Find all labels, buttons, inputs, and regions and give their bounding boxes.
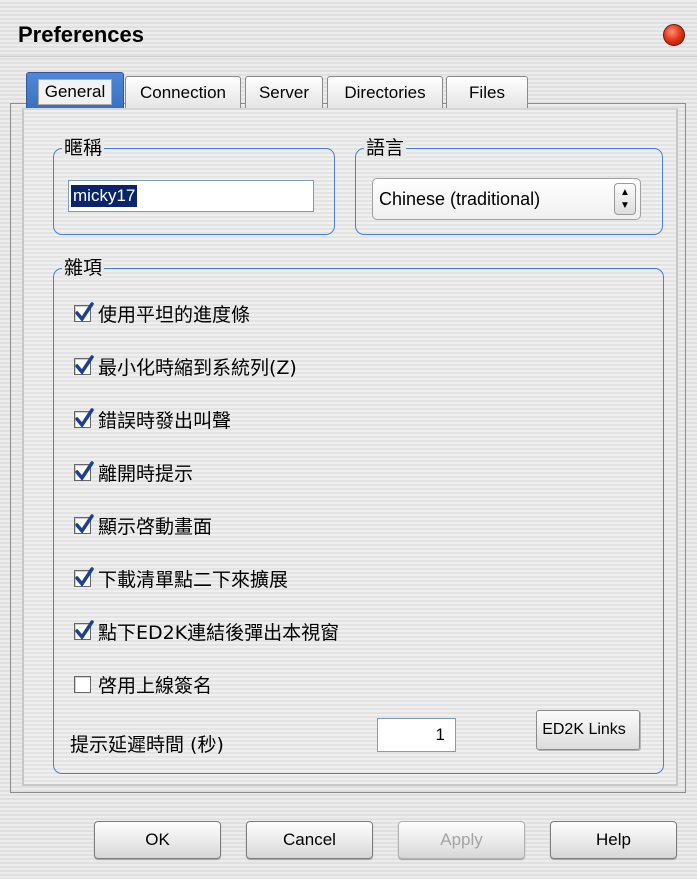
help-button[interactable]: Help — [550, 821, 677, 859]
checkbox[interactable] — [74, 566, 94, 587]
apply-button[interactable]: Apply — [398, 821, 525, 859]
checkbox[interactable] — [74, 354, 94, 375]
option-prompt-on-exit[interactable]: 離開時提示 — [74, 459, 193, 485]
option-flat-progress[interactable]: 使用平坦的進度條 — [74, 300, 250, 326]
option-label: 離開時提示 — [98, 462, 194, 485]
checkbox[interactable] — [74, 407, 94, 428]
language-select[interactable]: Chinese (traditional) ▲ ▼ — [372, 178, 641, 220]
cancel-button[interactable]: Cancel — [246, 821, 373, 859]
delay-input[interactable]: 1 — [377, 718, 456, 752]
option-label: 顯示啓動畫面 — [98, 515, 213, 538]
option-ed2k-popup[interactable]: 點下ED2K連結後彈出本視窗 — [74, 618, 339, 644]
ok-button[interactable]: OK — [94, 821, 221, 859]
checkbox[interactable] — [74, 460, 94, 481]
tab-connection[interactable]: Connection — [125, 76, 241, 108]
option-online-signature[interactable]: 啓用上線簽名 — [74, 671, 212, 697]
close-icon[interactable] — [663, 24, 685, 46]
option-label: 使用平坦的進度條 — [98, 303, 251, 326]
tab-label: Server — [258, 82, 310, 102]
titlebar-divider — [0, 56, 697, 57]
misc-group-label: 雜項 — [62, 257, 105, 279]
checkbox[interactable] — [74, 675, 91, 693]
option-dblclick-expand[interactable]: 下載清單點二下來擴展 — [74, 565, 288, 591]
language-selected-value: Chinese (traditional) — [379, 189, 541, 209]
option-label: 最小化時縮到系統列(Z) — [98, 356, 297, 379]
checkbox[interactable] — [74, 619, 94, 640]
tab-label: Directories — [344, 82, 426, 102]
updown-arrows-icon[interactable]: ▲ ▼ — [614, 183, 636, 215]
ed2k-links-button[interactable]: ED2K Links — [536, 710, 640, 750]
nickname-group-label: 暱稱 — [62, 137, 105, 159]
tab-label: General — [37, 78, 113, 105]
language-group-label: 語言 — [364, 137, 407, 159]
tab-directories[interactable]: Directories — [327, 76, 443, 108]
ed2k-links-label: ED2K Links — [542, 721, 626, 738]
tab-server[interactable]: Server — [245, 76, 323, 108]
tab-label: Files — [469, 82, 505, 102]
option-beep-on-error[interactable]: 錯誤時發出叫聲 — [74, 406, 231, 432]
nickname-value: micky17 — [71, 185, 138, 207]
nickname-input[interactable]: micky17 — [68, 180, 314, 212]
window-title: Preferences — [18, 22, 144, 47]
checkbox[interactable] — [74, 513, 94, 534]
option-show-splash[interactable]: 顯示啓動畫面 — [74, 512, 212, 538]
option-label: 下載清單點二下來擴展 — [98, 568, 289, 591]
option-label: 點下ED2K連結後彈出本視窗 — [98, 621, 340, 644]
tab-label: Connection — [139, 82, 226, 102]
option-minimize-tray[interactable]: 最小化時縮到系統列(Z) — [74, 353, 297, 379]
checkbox[interactable] — [74, 301, 94, 322]
tab-general[interactable]: General — [26, 72, 124, 110]
option-label: 啓用上線簽名 — [98, 674, 213, 697]
option-label: 錯誤時發出叫聲 — [98, 409, 232, 432]
delay-label: 提示延遲時間 (秒) — [70, 734, 224, 756]
tab-files[interactable]: Files — [446, 76, 528, 108]
